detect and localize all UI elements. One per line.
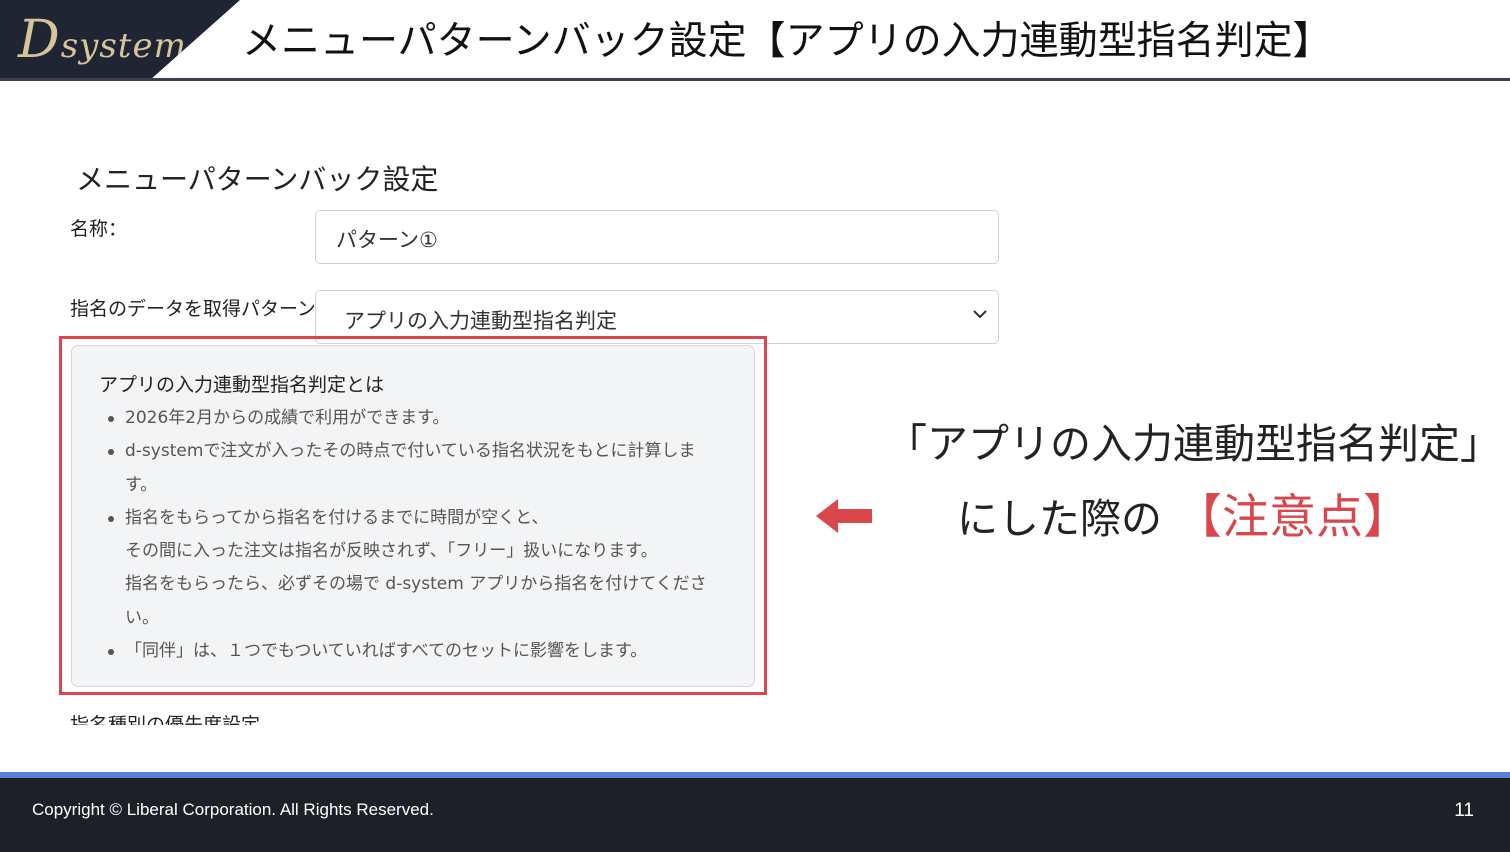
name-input-value: パターン① xyxy=(336,228,438,252)
slide-title: メニューパターンバック設定【アプリの入力連動型指名判定】 xyxy=(242,19,1332,64)
note-line-2: にした際の 【注意点】 xyxy=(957,478,1410,547)
section-title: メニューパターンバック設定 xyxy=(76,163,439,196)
page-number: 11 xyxy=(1454,800,1474,821)
pattern-select-value: アプリの入力連動型指名判定 xyxy=(344,309,617,333)
note-accent: 【注意点】 xyxy=(1175,490,1411,545)
next-section-label-clipped: 指名種別の優先度設定 xyxy=(70,714,261,725)
name-label: 名称： xyxy=(70,218,128,240)
dsystem-logo: Dsystem xyxy=(18,10,187,70)
arrow-left-icon xyxy=(816,499,872,533)
copyright-text: Copyright © Liberal Corporation. All Rig… xyxy=(32,800,434,819)
highlight-frame xyxy=(59,336,767,695)
chevron-down-icon xyxy=(973,310,987,319)
header-divider xyxy=(0,78,1510,81)
logo-block: Dsystem xyxy=(0,0,240,80)
note-line-1: 「アプリの入力連動型指名判定」 xyxy=(886,420,1501,468)
name-input[interactable]: パターン① xyxy=(315,210,999,264)
slide-footer: Copyright © Liberal Corporation. All Rig… xyxy=(0,778,1510,852)
pattern-label: 指名のデータを取得パターン xyxy=(70,298,314,320)
slide-header: Dsystem メニューパターンバック設定【アプリの入力連動型指名判定】 xyxy=(0,0,1510,81)
note-prefix: にした際の xyxy=(957,495,1162,543)
